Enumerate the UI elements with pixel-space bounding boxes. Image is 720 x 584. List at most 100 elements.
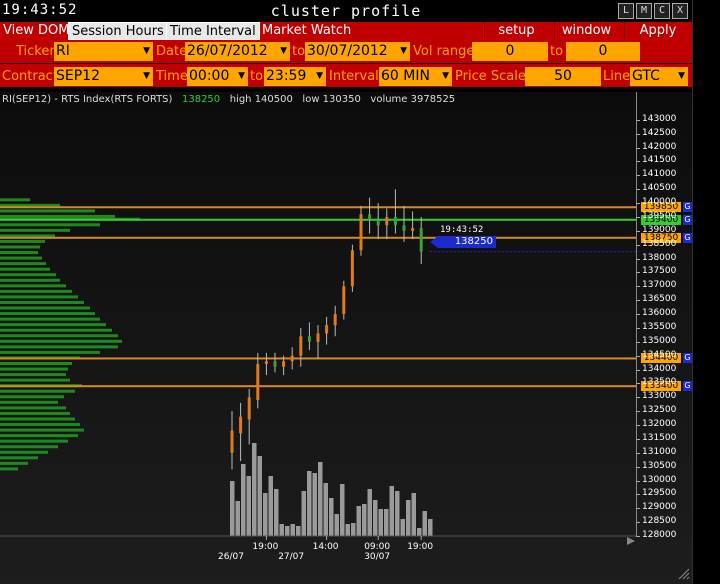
volume-bar [356,506,361,536]
y-tick-mark [636,425,640,427]
profile-bar [0,317,100,321]
ticker-select[interactable]: RI ▼ [54,42,153,61]
y-tick-label: 140500 [642,183,677,194]
x-tick-label: 30/07 [364,552,391,562]
chevron-down-icon: ▼ [238,71,245,81]
y-tick-label: 132000 [642,419,677,430]
y-tick-mark [636,383,640,385]
price-bar-body [419,228,423,252]
contract-select[interactable]: SEP12 ▼ [54,67,153,86]
profile-bar [0,378,70,382]
window-buttons: L M C X [618,3,688,19]
y-tick-mark [636,272,640,274]
date-from-select[interactable]: 26/07/2012 ▼ [185,42,290,61]
volume-bar [334,514,339,536]
cursor-price: 138250 [438,236,496,248]
volume-bar [362,504,367,536]
volume-bar [345,524,350,536]
cursor-time: 19:43:52 [440,225,484,235]
level-gtc-tag[interactable]: G [683,214,692,225]
chart-plot [0,189,636,540]
chevron-down-icon: ▼ [400,46,407,56]
y-tick-label: 142500 [642,127,677,138]
x-tick-label: 26/07 [218,552,244,562]
menu-view-dom[interactable]: View DOM [0,22,72,40]
date-to-select[interactable]: 30/07/2012 ▼ [305,42,410,61]
profile-bar [0,300,84,304]
controls-row-1: Ticker RI ▼ Date 26/07/2012 ▼ to 30/07/201… [0,40,692,63]
clone-window-button[interactable]: C [654,3,670,19]
price-bar-body [402,225,406,231]
profile-bar [0,400,58,404]
price-bar-body [273,361,277,367]
profile-bar [0,423,80,427]
profile-bar [0,278,60,282]
y-tick-mark [636,161,640,163]
y-tick-mark [636,355,640,357]
vol-range-label: Vol range [413,44,475,59]
setup-button[interactable]: setup [484,22,548,40]
time-from-select[interactable]: 00:00 ▼ [187,67,248,86]
y-tick-mark [636,508,640,510]
volume-bar [235,501,240,536]
profile-bar [0,328,112,332]
x-tick-label: 19:00 [407,542,434,552]
vol-from-input[interactable]: 0 [472,42,548,61]
level-gtc-tag[interactable]: G [683,232,692,243]
chevron-down-icon: ▼ [280,46,287,56]
price-bar-body [393,216,397,226]
y-tick-label: 141000 [642,169,677,180]
price-bar-body [385,216,389,226]
menu-session-hours[interactable]: Session Hours [68,22,168,40]
level-line [0,206,636,209]
y-tick-mark [636,175,640,177]
apply-button[interactable]: Apply [624,22,691,40]
menu-bar: View DOM Session Hours Time Interval Mar… [0,22,692,40]
volume-bar [422,511,427,536]
y-tick-label: 129000 [642,502,677,513]
y-tick-mark [636,522,640,524]
profile-bar [0,395,64,399]
close-window-button[interactable]: X [672,3,688,19]
window-button[interactable]: window [554,22,618,40]
y-tick-mark [636,203,640,205]
minimize-window-button[interactable]: M [636,3,652,19]
y-tick-mark [636,216,640,218]
y-tick-label: 136000 [642,308,677,319]
scroll-right-icon[interactable] [626,536,636,546]
price-chart[interactable]: RI(SEP12) - RTS Index(RTS FORTS) 138250 … [0,92,692,584]
x-tick-label: 19:00 [252,542,279,552]
time-label: Time [156,69,188,84]
price-bar-body [325,325,329,334]
menu-time-interval[interactable]: Time Interval [166,22,260,40]
volume-bar [417,528,422,536]
level-gtc-tag[interactable]: G [683,353,692,364]
y-tick-label: 138000 [642,252,677,263]
profile-bar [0,289,72,293]
volume-bar [389,486,394,536]
y-tick-label: 128000 [642,530,677,540]
price-scale-input[interactable]: 50 [525,67,601,86]
chevron-down-icon: ▼ [442,71,449,81]
volume-bar [351,523,356,536]
title-bar[interactable]: 19:43:52 cluster profile L M C X [0,0,692,22]
level-gtc-tag[interactable]: G [683,381,692,392]
y-tick-label: 142000 [642,141,677,152]
menu-market-watch[interactable]: Market Watch [259,22,354,40]
y-tick-label: 128500 [642,516,677,527]
line-select[interactable]: GTC ▼ [630,67,688,86]
time-to-select[interactable]: 23:59 ▼ [264,67,326,86]
y-tick-mark [636,286,640,288]
y-tick-label: 137500 [642,266,677,277]
y-tick-label: 136500 [642,294,677,305]
link-window-button[interactable]: L [618,3,634,19]
vol-to-input[interactable]: 0 [566,42,640,61]
interval-select[interactable]: 60 MIN ▼ [379,67,452,86]
y-tick-mark [636,536,640,537]
volume-bar [279,524,284,536]
resize-grip-icon[interactable] [678,568,690,580]
level-gtc-tag[interactable]: G [683,202,692,213]
profile-bar [0,367,68,371]
profile-bar [0,439,68,443]
y-tick-mark [636,411,640,413]
